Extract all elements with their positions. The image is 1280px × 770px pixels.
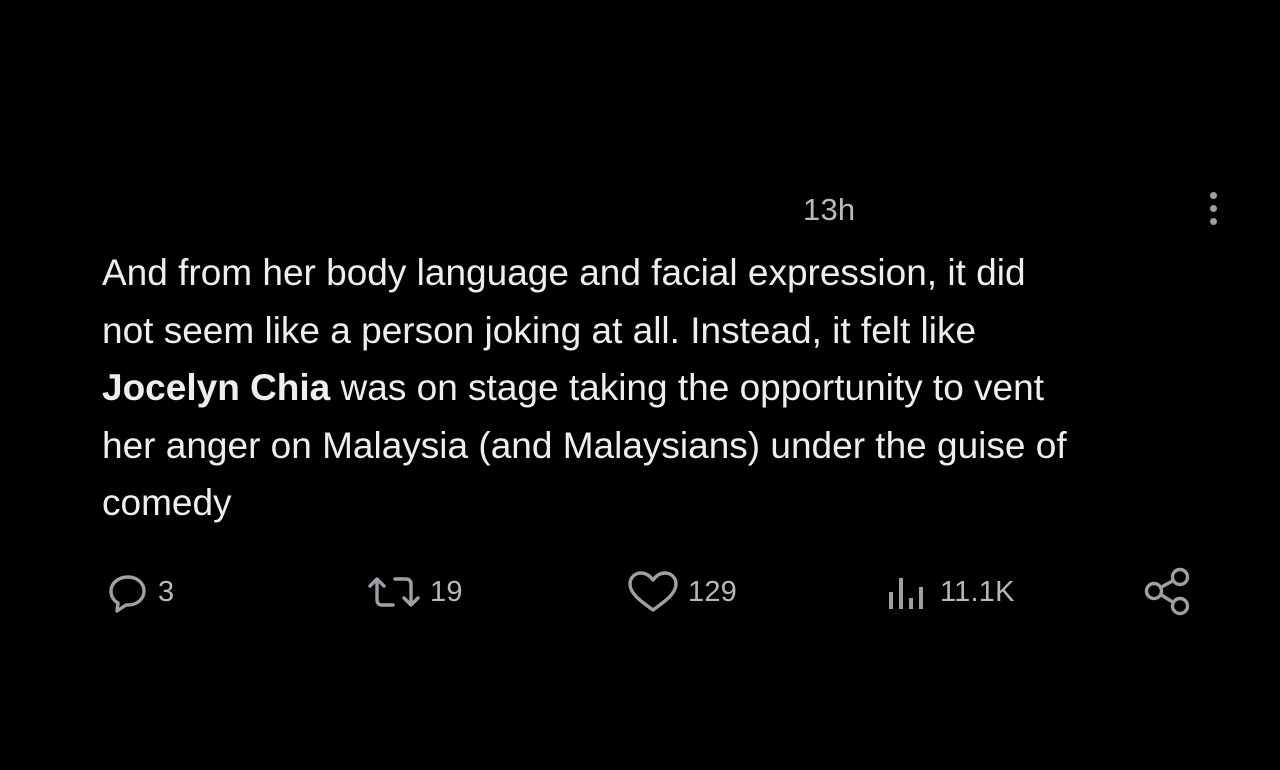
heart-icon: [626, 570, 680, 614]
text-segment: was on stage taking the opportunity to v…: [330, 367, 1044, 408]
like-count: 129: [688, 575, 737, 608]
more-dot-icon: [1209, 191, 1217, 199]
text-segment: not seem like a person joking at all. In…: [102, 309, 977, 351]
more-options-button[interactable]: [1198, 186, 1228, 230]
reply-count: 3: [158, 575, 175, 608]
more-dot-icon: [1209, 204, 1217, 212]
tweet-text-line: Jocelyn Chia was on stage taking the opp…: [102, 359, 1242, 417]
tweet-text-line: not seem like a person joking at all. In…: [102, 302, 1242, 360]
retweet-count: 19: [430, 575, 463, 608]
reply-icon: [106, 570, 150, 614]
text-segment: comedy: [102, 482, 232, 523]
tweet-text-line: And from her body language and facial ex…: [102, 244, 1242, 302]
retweet-icon: [366, 570, 422, 614]
share-button[interactable]: [1140, 564, 1194, 620]
mentioned-name: Jocelyn Chia: [102, 367, 331, 408]
like-button[interactable]: 129: [626, 564, 737, 620]
text-segment: her anger on Malaysia (and Malaysians) u…: [102, 424, 1067, 466]
views-button[interactable]: 11.1K: [886, 564, 1015, 620]
share-icon: [1140, 566, 1194, 618]
tweet-text-line: her anger on Malaysia (and Malaysians) u…: [102, 417, 1242, 475]
reply-button[interactable]: 3: [106, 564, 174, 620]
retweet-button[interactable]: 19: [366, 564, 463, 620]
tweet-timestamp[interactable]: 13h: [803, 192, 855, 228]
more-dot-icon: [1209, 217, 1217, 225]
tweet-card: 13h And from her body language and facia…: [0, 0, 1280, 770]
tweet-text-line: comedy: [102, 474, 1242, 532]
tweet-text: And from her body language and facial ex…: [102, 244, 1242, 532]
analytics-icon: [886, 570, 932, 614]
views-count: 11.1K: [940, 575, 1015, 608]
text-segment: And from her body language and facial ex…: [102, 252, 1026, 293]
